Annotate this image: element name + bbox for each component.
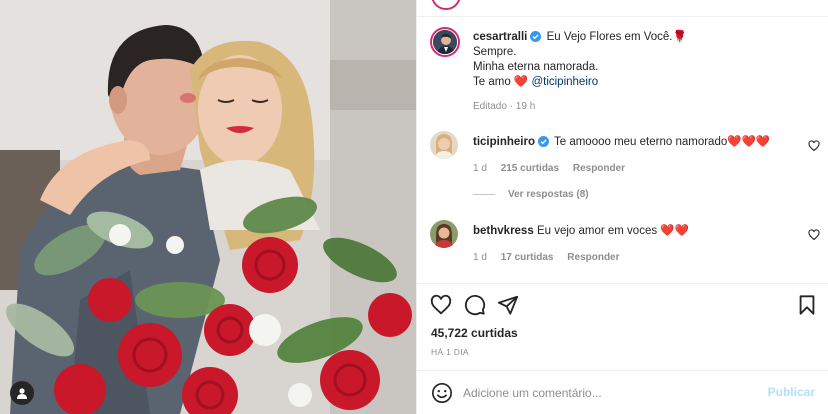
share-icon[interactable]	[497, 294, 519, 316]
caption-line-3: Minha eterna namorada.	[473, 61, 599, 73]
verified-icon	[530, 31, 542, 42]
view-replies-label: Ver respostas (8)	[508, 189, 589, 200]
user-icon	[17, 388, 27, 399]
author-avatar-image	[433, 30, 457, 54]
comment-likes-link[interactable]: 17 curtidas	[501, 252, 554, 263]
post-actions-bar	[417, 283, 828, 323]
caption-line-2: Sempre.	[473, 46, 517, 58]
rose-emoji: 🌹	[672, 31, 687, 43]
post-details-panel: cesartralli Eu Vejo Flores em Você.🌹 Sem…	[416, 0, 828, 414]
comment-actions: 1 d 215 curtidas Responder	[473, 163, 636, 174]
emoji-icon[interactable]	[431, 382, 453, 404]
commenter-avatar[interactable]	[430, 131, 458, 159]
caption-line-1: Eu Vejo Flores em Você.	[546, 31, 673, 43]
verified-icon	[537, 136, 549, 147]
commenter-avatar-image	[430, 131, 458, 159]
heart-icon[interactable]	[430, 294, 452, 316]
post-time: HÁ 1 DIA	[431, 347, 469, 357]
comment-username[interactable]: ticipinheiro	[473, 136, 535, 148]
view-replies-button[interactable]: Ver respostas (8)	[473, 189, 589, 200]
comment-actions: 1 d 17 curtidas Responder	[473, 252, 631, 263]
comment-icon[interactable]	[464, 294, 486, 316]
comment-username[interactable]: bethvkress	[473, 225, 534, 237]
caption-edited-meta: Editado · 19 h	[473, 101, 536, 112]
likes-count[interactable]: 45,722 curtidas	[431, 326, 518, 340]
author-avatar[interactable]	[430, 27, 460, 57]
comment-age: 1 d	[473, 163, 487, 174]
bookmark-icon[interactable]	[796, 294, 818, 316]
comment-body: Te amoooo meu eterno namorado❤️❤️❤️	[553, 136, 771, 148]
commenter-avatar-image	[430, 220, 458, 248]
caption-line-4: Te amo	[473, 76, 511, 88]
commenter-avatar[interactable]	[430, 220, 458, 248]
replies-divider	[473, 194, 495, 195]
comment-body: Eu vejo amor em voces ❤️❤️	[536, 225, 689, 237]
author-username[interactable]: cesartralli	[473, 31, 527, 43]
mention-link[interactable]: @ticipinheiro	[531, 76, 598, 88]
comment-input[interactable]	[463, 384, 753, 402]
heart-icon[interactable]	[808, 229, 820, 241]
post-header-strip	[417, 0, 828, 17]
post-photo-illustration	[0, 0, 416, 414]
reply-button[interactable]: Responder	[567, 252, 619, 263]
heart-icon[interactable]	[808, 140, 820, 152]
add-comment-bar: Publicar	[417, 370, 828, 414]
reply-button[interactable]: Responder	[573, 163, 625, 174]
tagged-user-button[interactable]	[10, 381, 34, 405]
comment-text: bethvkress Eu vejo amor em voces ❤️❤️	[473, 224, 783, 239]
caption-text: cesartralli Eu Vejo Flores em Você.🌹 Sem…	[473, 30, 813, 114]
comment-text: ticipinheiro Te amoooo meu eterno namora…	[473, 135, 783, 150]
comment-likes-link[interactable]: 215 curtidas	[501, 163, 559, 174]
post-photo[interactable]	[0, 0, 416, 414]
publish-button[interactable]: Publicar	[768, 385, 815, 399]
heart-emoji: ❤️	[513, 76, 529, 88]
author-story-ring-fragment	[431, 0, 461, 10]
comment-age: 1 d	[473, 252, 487, 263]
